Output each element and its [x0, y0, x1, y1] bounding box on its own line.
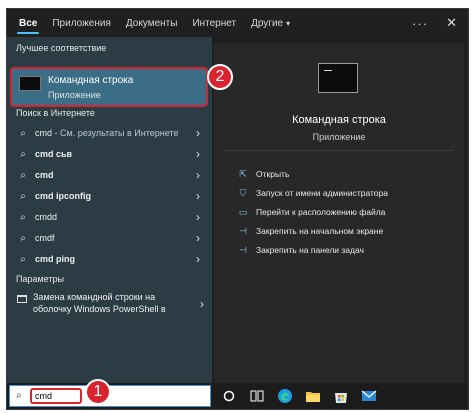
tab-all-label: Все — [19, 17, 38, 29]
chevron-right-icon[interactable]: › — [192, 189, 204, 203]
divider — [224, 150, 454, 151]
web-result-query: cmd ipconfig — [35, 191, 91, 201]
search-icon: ⌕ — [16, 390, 22, 401]
file-explorer-icon[interactable] — [305, 388, 321, 404]
start-search-window: Все Приложения Документы Интернет Другие… — [6, 8, 469, 410]
preview-pane: Командная строка Приложение ⇱ Открыть ⛉ … — [214, 43, 464, 383]
mail-icon[interactable] — [361, 388, 377, 404]
action-run-as-admin[interactable]: ⛉ Запуск от имени администратора — [238, 186, 388, 200]
tab-all[interactable]: Все — [16, 9, 40, 37]
window-controls: ··· ✕ — [394, 9, 458, 37]
web-result-query: cmdf — [35, 233, 55, 243]
best-match-heading: Лучшее соответствие — [16, 43, 107, 53]
web-result-row[interactable]: ⌕ cmd › — [7, 165, 212, 185]
taskbar: ⌕ — [7, 383, 468, 409]
step-badge-1: 1 — [85, 379, 111, 405]
web-result-hint: - См. результаты в Интернете — [52, 128, 179, 138]
tab-apps-label: Приложения — [52, 17, 111, 29]
admin-icon: ⛉ — [239, 187, 247, 198]
chevron-right-icon[interactable]: › — [192, 231, 204, 245]
command-prompt-icon — [318, 63, 358, 93]
action-open[interactable]: ⇱ Открыть — [238, 167, 289, 181]
web-result-row[interactable]: ⌕ cmdf › — [7, 228, 212, 248]
web-result-row[interactable]: ⌕ cmd сьв › — [7, 144, 212, 164]
web-result-row[interactable]: ⌕ cmdd › — [7, 207, 212, 227]
chevron-right-icon[interactable]: › — [192, 168, 204, 182]
chevron-right-icon[interactable]: › — [192, 210, 204, 224]
tab-web[interactable]: Интернет — [192, 9, 236, 37]
action-pin-to-start-label: Закрепить на начальном экране — [256, 226, 384, 236]
pin-icon: ⊣ — [239, 225, 247, 236]
web-result-row[interactable]: ⌕ cmd ipconfig › — [7, 186, 212, 206]
open-icon: ⇱ — [239, 168, 247, 179]
tab-apps[interactable]: Приложения — [52, 9, 111, 37]
cortana-icon[interactable] — [221, 388, 237, 404]
results-pane: Лучшее соответствие Командная строка При… — [7, 37, 212, 383]
search-tabs-bar: Все Приложения Документы Интернет Другие… — [7, 9, 468, 37]
web-result-query: cmdd — [35, 212, 58, 222]
chevron-right-icon[interactable]: › — [192, 147, 204, 161]
web-result-query: cmd — [35, 170, 54, 180]
chevron-right-icon[interactable]: › — [192, 252, 204, 266]
chevron-right-icon[interactable]: › — [192, 126, 204, 140]
action-run-as-admin-label: Запуск от имени администратора — [256, 188, 388, 198]
action-pin-to-start[interactable]: ⊣ Закрепить на начальном экране — [238, 224, 383, 238]
action-open-file-location[interactable]: ▭ Перейти к расположению файла — [238, 205, 386, 219]
web-result-row[interactable]: ⌕ cmd ping › — [7, 249, 212, 269]
edge-browser-icon[interactable] — [277, 388, 293, 404]
action-open-file-location-label: Перейти к расположению файла — [256, 207, 386, 217]
action-pin-to-taskbar[interactable]: ⊣ Закрепить на панели задач — [238, 243, 364, 257]
task-view-icon[interactable] — [249, 388, 265, 404]
tab-documents[interactable]: Документы — [126, 9, 178, 37]
monitor-icon — [17, 295, 27, 303]
store-icon[interactable] — [333, 388, 349, 404]
web-result-row[interactable]: ⌕ cmd - См. результаты в Интернете › — [7, 123, 212, 143]
pin-icon: ⊣ — [239, 244, 247, 255]
search-icon: ⌕ — [20, 169, 26, 181]
search-icon: ⌕ — [20, 253, 26, 265]
step-badge-2: 2 — [207, 64, 233, 90]
web-result-query: cmd ping — [35, 254, 75, 264]
search-input[interactable] — [30, 388, 82, 404]
chevron-down-icon: ▾ — [286, 18, 291, 28]
chevron-right-icon[interactable]: › — [200, 297, 204, 311]
preview-title: Командная строка — [292, 114, 386, 126]
action-pin-to-taskbar-label: Закрепить на панели задач — [256, 245, 364, 255]
search-icon: ⌕ — [20, 232, 26, 244]
folder-icon: ▭ — [238, 206, 248, 217]
command-prompt-icon — [19, 76, 41, 91]
tab-web-label: Интернет — [192, 17, 237, 29]
tab-documents-label: Документы — [125, 17, 178, 29]
web-result-query: cmd — [35, 128, 53, 138]
web-result-query: cmd сьв — [35, 149, 73, 159]
search-icon: ⌕ — [20, 148, 26, 160]
search-icon: ⌕ — [20, 127, 26, 139]
tab-more[interactable]: Другие ▾ — [251, 9, 290, 37]
tab-more-label: Другие — [251, 17, 284, 29]
settings-heading: Параметры — [16, 274, 64, 284]
best-match-subtitle: Приложение — [48, 90, 101, 100]
more-options-icon[interactable]: ··· — [412, 16, 428, 31]
settings-result-row[interactable]: Замена командной строки на оболочку Wind… — [7, 291, 212, 319]
search-icon: ⌕ — [20, 190, 26, 202]
best-match-item[interactable]: Командная строка Приложение — [10, 67, 208, 107]
close-icon[interactable]: ✕ — [446, 15, 458, 31]
preview-subtitle: Приложение — [312, 132, 366, 142]
web-search-heading: Поиск в Интернете — [16, 108, 95, 118]
best-match-title: Командная строка — [48, 75, 134, 86]
action-open-label: Открыть — [256, 169, 290, 179]
search-icon: ⌕ — [20, 211, 26, 223]
settings-result-label: Замена командной строки на оболочку Wind… — [33, 292, 166, 314]
